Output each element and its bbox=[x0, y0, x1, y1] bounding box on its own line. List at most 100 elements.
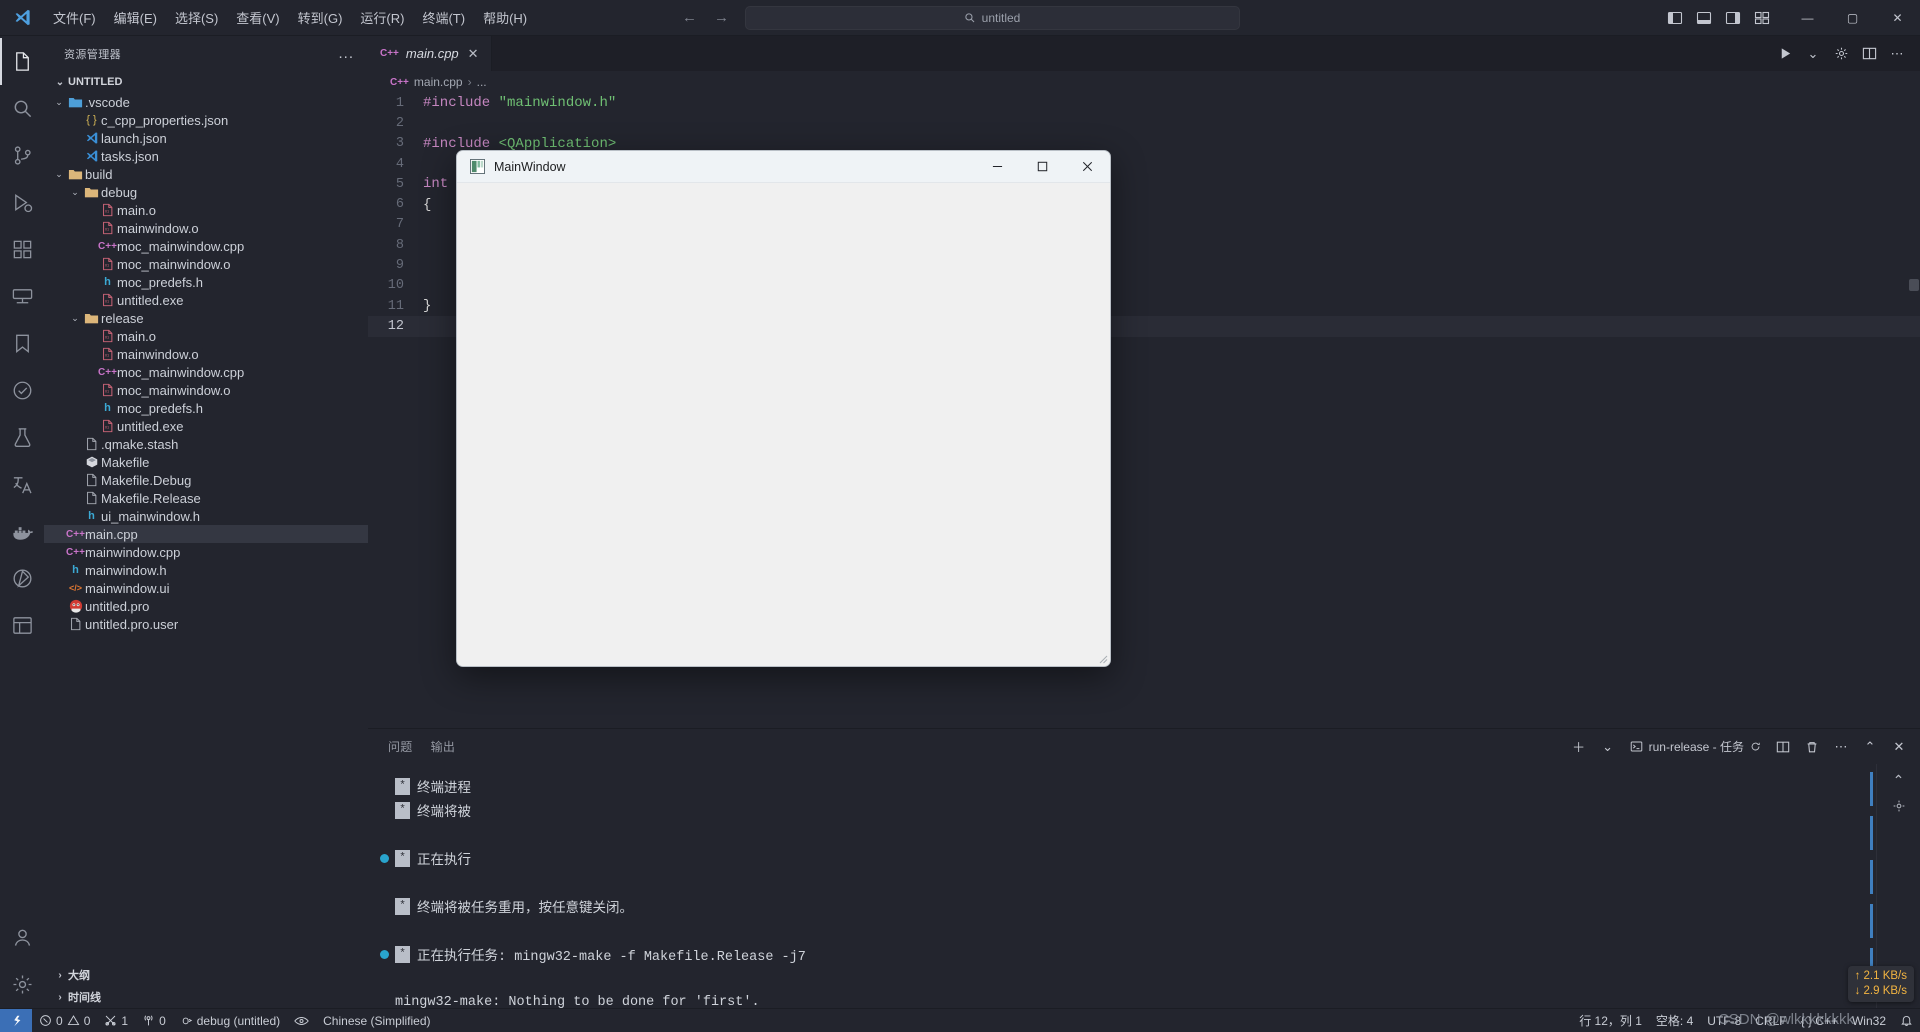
tree-item-c-cpp-properties-json[interactable]: { } c_cpp_properties.json bbox=[44, 111, 368, 129]
explorer-more-actions-icon[interactable]: ... bbox=[332, 45, 360, 62]
toggle-primary-sidebar-icon[interactable] bbox=[1662, 5, 1688, 31]
qt-title-bar[interactable]: MainWindow bbox=[457, 151, 1110, 182]
sidebar-item-bookmarks[interactable] bbox=[0, 320, 44, 367]
status-live-share[interactable]: 0 bbox=[135, 1009, 173, 1032]
section-outline[interactable]: › 大纲 bbox=[44, 964, 368, 986]
tree-item--qmake-stash[interactable]: .qmake.stash bbox=[44, 435, 368, 453]
tree-item-untitled-exe[interactable]: 01 untitled.exe bbox=[44, 417, 368, 435]
tree-item-makefile[interactable]: Makefile bbox=[44, 453, 368, 471]
tree-item-moc-mainwindow-cpp[interactable]: C++ moc_mainwindow.cpp bbox=[44, 237, 368, 255]
tree-item-mainwindow-o[interactable]: 01 mainwindow.o bbox=[44, 345, 368, 363]
status-language-pack[interactable]: Chinese (Simplified) bbox=[316, 1009, 437, 1032]
sidebar-item-run-and-debug[interactable] bbox=[0, 179, 44, 226]
tab-problems[interactable]: 问题 bbox=[388, 729, 413, 764]
tree-item-launch-json[interactable]: launch.json bbox=[44, 129, 368, 147]
menu-file[interactable]: 文件(F) bbox=[44, 0, 105, 35]
qt-maximize-button[interactable] bbox=[1020, 151, 1065, 182]
tree-item-moc-mainwindow-o[interactable]: 01 moc_mainwindow.o bbox=[44, 381, 368, 399]
remote-window-button[interactable] bbox=[0, 1009, 32, 1032]
terminal-settings-icon[interactable] bbox=[1892, 799, 1906, 816]
code-line[interactable]: 1 #include "mainwindow.h" bbox=[368, 93, 1920, 113]
kill-terminal-icon[interactable] bbox=[1799, 734, 1825, 760]
tree-item--vscode[interactable]: ⌄ .vscode bbox=[44, 93, 368, 111]
tree-item-moc-predefs-h[interactable]: h moc_predefs.h bbox=[44, 399, 368, 417]
close-icon[interactable]: ✕ bbox=[466, 46, 481, 62]
tree-item-untitled-exe[interactable]: 01 untitled.exe bbox=[44, 291, 368, 309]
window-maximize-button[interactable]: ▢ bbox=[1830, 0, 1875, 36]
menu-help[interactable]: 帮助(H) bbox=[474, 0, 536, 35]
tree-item-release[interactable]: ⌄ release bbox=[44, 309, 368, 327]
chevron-down-icon[interactable]: ⌄ bbox=[1800, 41, 1826, 67]
close-panel-icon[interactable]: ✕ bbox=[1886, 734, 1912, 760]
customize-layout-icon[interactable] bbox=[1749, 5, 1775, 31]
menu-edit[interactable]: 编辑(E) bbox=[105, 0, 166, 35]
status-problems[interactable]: 0 0 bbox=[32, 1009, 97, 1032]
scroll-up-icon[interactable]: ⌃ bbox=[1893, 772, 1905, 789]
settings-icon[interactable] bbox=[1828, 41, 1854, 67]
tree-item-main-o[interactable]: 01 main.o bbox=[44, 201, 368, 219]
status-cursor-position[interactable]: 行 12，列 1 bbox=[1572, 1012, 1649, 1029]
tree-item-moc-mainwindow-cpp[interactable]: C++ moc_mainwindow.cpp bbox=[44, 363, 368, 381]
tree-item-makefile-release[interactable]: Makefile.Release bbox=[44, 489, 368, 507]
more-actions-icon[interactable]: ⋯ bbox=[1884, 41, 1910, 67]
sidebar-item-source-control[interactable] bbox=[0, 132, 44, 179]
quick-search-input[interactable]: untitled bbox=[744, 5, 1240, 30]
terminal-output[interactable]: * 终端进程 * 终端将被 * 正在执行 * 终端将被任务重用，按任意键关闭。 * 正在执行任务:… bbox=[368, 764, 1876, 1008]
breadcrumb-symbol[interactable]: ... bbox=[477, 75, 487, 89]
breadcrumb-file[interactable]: main.cpp bbox=[414, 75, 463, 89]
menu-selection[interactable]: 选择(S) bbox=[166, 0, 227, 35]
tree-item-main-o[interactable]: 01 main.o bbox=[44, 327, 368, 345]
code-line[interactable]: 2 bbox=[368, 113, 1920, 133]
menu-view[interactable]: 查看(V) bbox=[227, 0, 288, 35]
maximize-panel-icon[interactable]: ⌃ bbox=[1857, 734, 1883, 760]
tab-main-cpp[interactable]: C++ main.cpp ✕ bbox=[368, 36, 492, 71]
sidebar-item-search[interactable] bbox=[0, 85, 44, 132]
qt-close-button[interactable] bbox=[1065, 151, 1110, 182]
toggle-panel-icon[interactable] bbox=[1691, 5, 1717, 31]
status-watch[interactable] bbox=[287, 1009, 316, 1032]
sidebar-item-project-manager[interactable] bbox=[0, 602, 44, 649]
sidebar-item-explorer[interactable] bbox=[0, 38, 44, 85]
split-terminal-dropdown-icon[interactable]: ⌄ bbox=[1595, 734, 1621, 760]
tree-item-debug[interactable]: ⌄ debug bbox=[44, 183, 368, 201]
tree-item-ui-mainwindow-h[interactable]: h ui_mainwindow.h bbox=[44, 507, 368, 525]
status-notifications[interactable] bbox=[1893, 1014, 1920, 1027]
tree-item-tasks-json[interactable]: tasks.json bbox=[44, 147, 368, 165]
sidebar-item-todo-tree[interactable] bbox=[0, 367, 44, 414]
status-eol[interactable]: CRLF bbox=[1748, 1014, 1793, 1028]
window-close-button[interactable]: ✕ bbox=[1875, 0, 1920, 36]
sidebar-item-remote-explorer[interactable] bbox=[0, 273, 44, 320]
section-timeline[interactable]: › 时间线 bbox=[44, 986, 368, 1008]
tree-item-makefile-debug[interactable]: Makefile.Debug bbox=[44, 471, 368, 489]
tree-item-mainwindow-cpp[interactable]: C++ mainwindow.cpp bbox=[44, 543, 368, 561]
status-ports[interactable]: 1 bbox=[97, 1009, 135, 1032]
tree-item-mainwindow-h[interactable]: h mainwindow.h bbox=[44, 561, 368, 579]
file-tree[interactable]: ⌄ .vscode { } c_cpp_properties.json launch.j… bbox=[44, 93, 368, 964]
split-editor-icon[interactable] bbox=[1856, 41, 1882, 67]
qt-mainwindow-dialog[interactable]: MainWindow bbox=[456, 150, 1111, 667]
split-terminal-icon[interactable] bbox=[1770, 734, 1796, 760]
tree-item-moc-mainwindow-o[interactable]: 01 moc_mainwindow.o bbox=[44, 255, 368, 273]
sidebar-item-translate[interactable] bbox=[0, 461, 44, 508]
explorer-root-folder[interactable]: ⌄ UNTITLED bbox=[44, 71, 368, 93]
terminal-selector[interactable]: run-release - 任务 bbox=[1624, 735, 1767, 759]
arrow-right-icon[interactable]: → bbox=[713, 9, 731, 26]
toggle-secondary-sidebar-icon[interactable] bbox=[1720, 5, 1746, 31]
sidebar-item-test-explorer[interactable] bbox=[0, 414, 44, 461]
arrow-left-icon[interactable]: ← bbox=[681, 9, 699, 26]
tree-item-moc-predefs-h[interactable]: h moc_predefs.h bbox=[44, 273, 368, 291]
tree-item-mainwindow-o[interactable]: 01 mainwindow.o bbox=[44, 219, 368, 237]
tree-item-main-cpp[interactable]: C++ main.cpp bbox=[44, 525, 368, 543]
menu-go[interactable]: 转到(G) bbox=[289, 0, 352, 35]
tree-item-untitled-pro-user[interactable]: untitled.pro.user bbox=[44, 615, 368, 633]
tab-output[interactable]: 输出 bbox=[431, 729, 456, 764]
status-language-mode[interactable]: { } C++ bbox=[1794, 1014, 1845, 1028]
menu-terminal[interactable]: 终端(T) bbox=[413, 0, 474, 35]
run-or-debug-icon[interactable] bbox=[1772, 41, 1798, 67]
tree-item-untitled-pro[interactable]: untitled.pro bbox=[44, 597, 368, 615]
editor-scrollbar[interactable] bbox=[1906, 93, 1920, 728]
sidebar-item-docker[interactable] bbox=[0, 508, 44, 555]
accounts-button[interactable] bbox=[0, 914, 44, 961]
manage-settings-button[interactable] bbox=[0, 961, 44, 1008]
editor-scrollbar-thumb[interactable] bbox=[1909, 279, 1919, 291]
